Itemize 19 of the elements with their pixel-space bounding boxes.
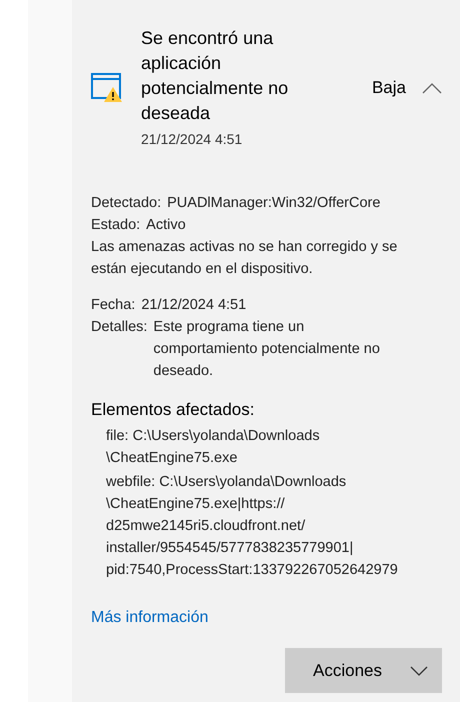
chevron-down-icon [410,666,428,676]
field-value: 21/12/2024 4:51 [141,296,246,315]
affected-heading: Elementos afectados: [91,399,256,421]
affected-item: webfile: C:\Users\yolanda\Downloads \CheatEngine75.exe|https:// d25mwe2145ri5.cloudfront.net/ installer/9554545/5777838235779901| pid:7540,ProcessStart:133792267052642979 [106,473,399,580]
field-label: Detalles: [91,318,148,337]
collapse-button[interactable] [422,82,442,94]
actions-button[interactable]: Acciones [285,648,442,693]
window-warning-icon [91,73,123,103]
field-label: Estado: [91,216,140,235]
more-info-link[interactable]: Más información [91,609,208,627]
threat-title: Se encontró una aplicación potencialmente no deseada [141,27,290,125]
field-label: Fecha: [91,296,136,315]
field-value: PUADlManager:Win32/OfferCore [167,194,380,213]
threat-date: 21/12/2024 4:51 [141,130,244,149]
field-value: Este programa tiene un comportamiento potencialmente no deseado. [153,318,380,381]
threat-description: Las amenazas activas no se han corregido y se están ejecutando en el dispositivo. [91,238,398,279]
field-value: Activo [146,216,186,235]
severity-label: Baja [372,78,406,98]
field-label: Detectado: [91,194,162,213]
